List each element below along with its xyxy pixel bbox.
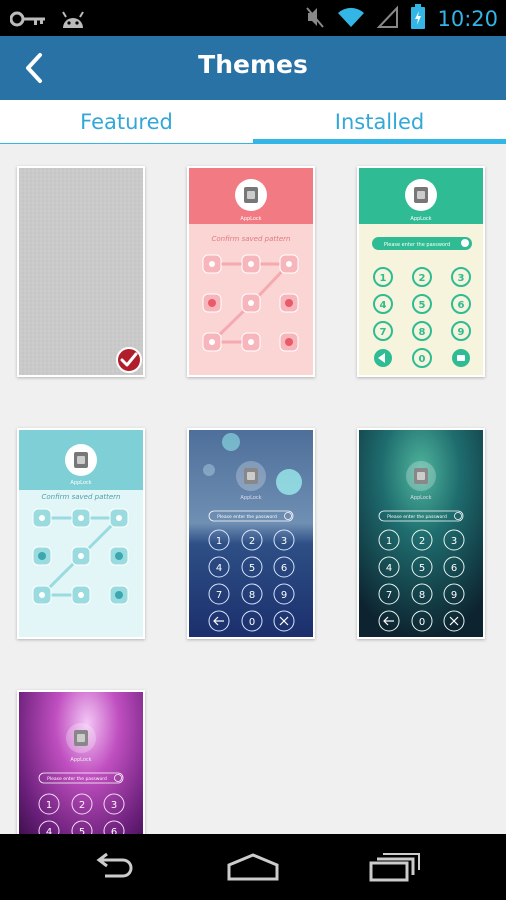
applock-logo-icon [235,179,267,211]
svg-text:3: 3 [451,536,457,547]
pattern-caption: Confirm saved pattern [212,235,291,243]
app-label: AppLock [240,216,261,222]
svg-text:AppLock: AppLock [70,480,91,486]
svg-text:4: 4 [216,563,222,574]
navigation-bar [0,834,506,900]
selected-check-icon [116,347,142,373]
svg-text:9: 9 [451,590,457,601]
svg-text:2: 2 [419,273,426,284]
theme-card-teal-pattern[interactable]: AppLock Confirm saved pattern [17,428,145,639]
mute-icon [305,5,325,33]
theme-card-blue-bokeh[interactable]: AppLock Please enter the password 1 2 3 4 5… [187,428,315,639]
svg-text:4: 4 [386,563,392,574]
svg-text:6: 6 [451,563,457,574]
svg-text:4: 4 [46,827,52,834]
svg-text:8: 8 [249,590,255,601]
tab-featured[interactable]: Featured [0,100,253,144]
svg-text:7: 7 [386,590,392,601]
svg-text:6: 6 [458,300,465,311]
svg-text:5: 5 [249,563,255,574]
nav-recents-button[interactable] [360,844,430,890]
svg-text:5: 5 [419,300,426,311]
svg-text:0: 0 [249,617,255,628]
theme-grid: AppLock Confirm saved pattern AppLock Pl… [0,144,506,834]
svg-text:1: 1 [380,273,387,284]
svg-text:5: 5 [79,827,85,834]
svg-text:Please enter the password: Please enter the password [47,776,107,782]
svg-text:8: 8 [419,327,426,338]
svg-text:AppLock: AppLock [240,495,261,501]
svg-text:1: 1 [216,536,222,547]
svg-text:1: 1 [386,536,392,547]
svg-text:0: 0 [419,617,425,628]
key-icon [9,11,46,31]
tab-installed[interactable]: Installed [253,100,506,144]
svg-text:2: 2 [419,536,425,547]
svg-text:3: 3 [458,273,465,284]
svg-text:AppLock: AppLock [70,757,91,763]
page-title: Themes [198,50,308,79]
signal-icon [377,5,399,33]
svg-text:8: 8 [419,590,425,601]
theme-card-pink-pattern[interactable]: AppLock Confirm saved pattern [187,166,315,377]
wifi-icon [337,5,365,33]
recents-nav-icon [369,853,420,882]
svg-text:1: 1 [46,800,52,811]
svg-text:9: 9 [458,327,465,338]
svg-text:3: 3 [281,536,287,547]
status-bar: 10:20 [0,0,506,36]
svg-text:7: 7 [380,327,387,338]
android-icon [60,8,86,34]
theme-card-green-pin[interactable]: AppLock Please enter the password 1 2 3 4 5… [357,166,485,377]
svg-text:Please enter the password: Please enter the password [217,514,277,520]
svg-text:Please enter the password: Please enter the password [387,514,447,520]
back-nav-icon [96,852,133,878]
theme-card-teal-galaxy[interactable]: AppLock Please enter the password 1 2 3 4 5… [357,428,485,639]
svg-text:5: 5 [419,563,425,574]
svg-text:0: 0 [419,354,426,365]
status-clock: 10:20 [437,7,498,31]
nav-back-button[interactable] [77,844,147,890]
svg-text:2: 2 [79,800,85,811]
theme-card-gray[interactable] [17,166,145,377]
nav-home-button[interactable] [218,844,288,890]
password-placeholder: Please enter the password [384,242,450,248]
app-bar: Themes [0,36,506,100]
svg-text:AppLock: AppLock [410,216,431,222]
svg-text:Confirm saved pattern: Confirm saved pattern [42,493,121,501]
theme-card-purple-aurora[interactable]: AppLock Please enter the password 1 2 3 4 5… [17,690,145,834]
svg-text:6: 6 [281,563,287,574]
svg-text:7: 7 [216,590,222,601]
svg-text:2: 2 [249,536,255,547]
battery-icon [411,4,426,34]
home-nav-icon [227,853,279,881]
svg-text:AppLock: AppLock [410,495,431,501]
svg-text:9: 9 [281,590,287,601]
tab-bar: Featured Installed [0,100,506,144]
svg-text:6: 6 [111,827,117,834]
svg-text:3: 3 [111,800,117,811]
svg-text:4: 4 [380,300,387,311]
